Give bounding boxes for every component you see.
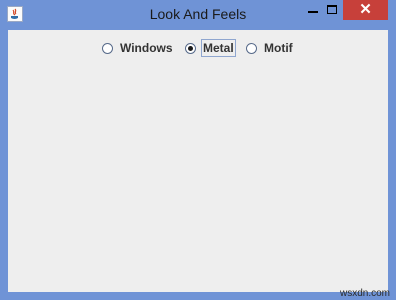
app-window: Look And Feels ✕ Windows Metal Motif wsx… xyxy=(0,0,396,300)
close-icon: ✕ xyxy=(359,1,372,18)
minimize-button[interactable] xyxy=(300,0,326,20)
radio-motif[interactable]: Motif xyxy=(246,39,294,57)
maximize-button[interactable] xyxy=(326,0,340,20)
title-bar[interactable]: Look And Feels ✕ xyxy=(0,0,396,30)
close-button[interactable]: ✕ xyxy=(343,0,388,20)
radio-motif-indicator[interactable] xyxy=(246,42,257,54)
radio-metal[interactable]: Metal xyxy=(185,39,236,57)
look-and-feel-radio-group: Windows Metal Motif xyxy=(8,39,388,57)
radio-windows-label[interactable]: Windows xyxy=(119,40,174,56)
content-panel: Windows Metal Motif xyxy=(8,30,388,292)
radio-motif-label[interactable]: Motif xyxy=(263,40,294,56)
radio-metal-label[interactable]: Metal xyxy=(201,39,236,57)
radio-windows[interactable]: Windows xyxy=(102,39,174,57)
radio-metal-indicator[interactable] xyxy=(185,42,196,54)
radio-windows-indicator[interactable] xyxy=(102,42,113,54)
watermark-text: wsxdn.com xyxy=(339,288,390,299)
